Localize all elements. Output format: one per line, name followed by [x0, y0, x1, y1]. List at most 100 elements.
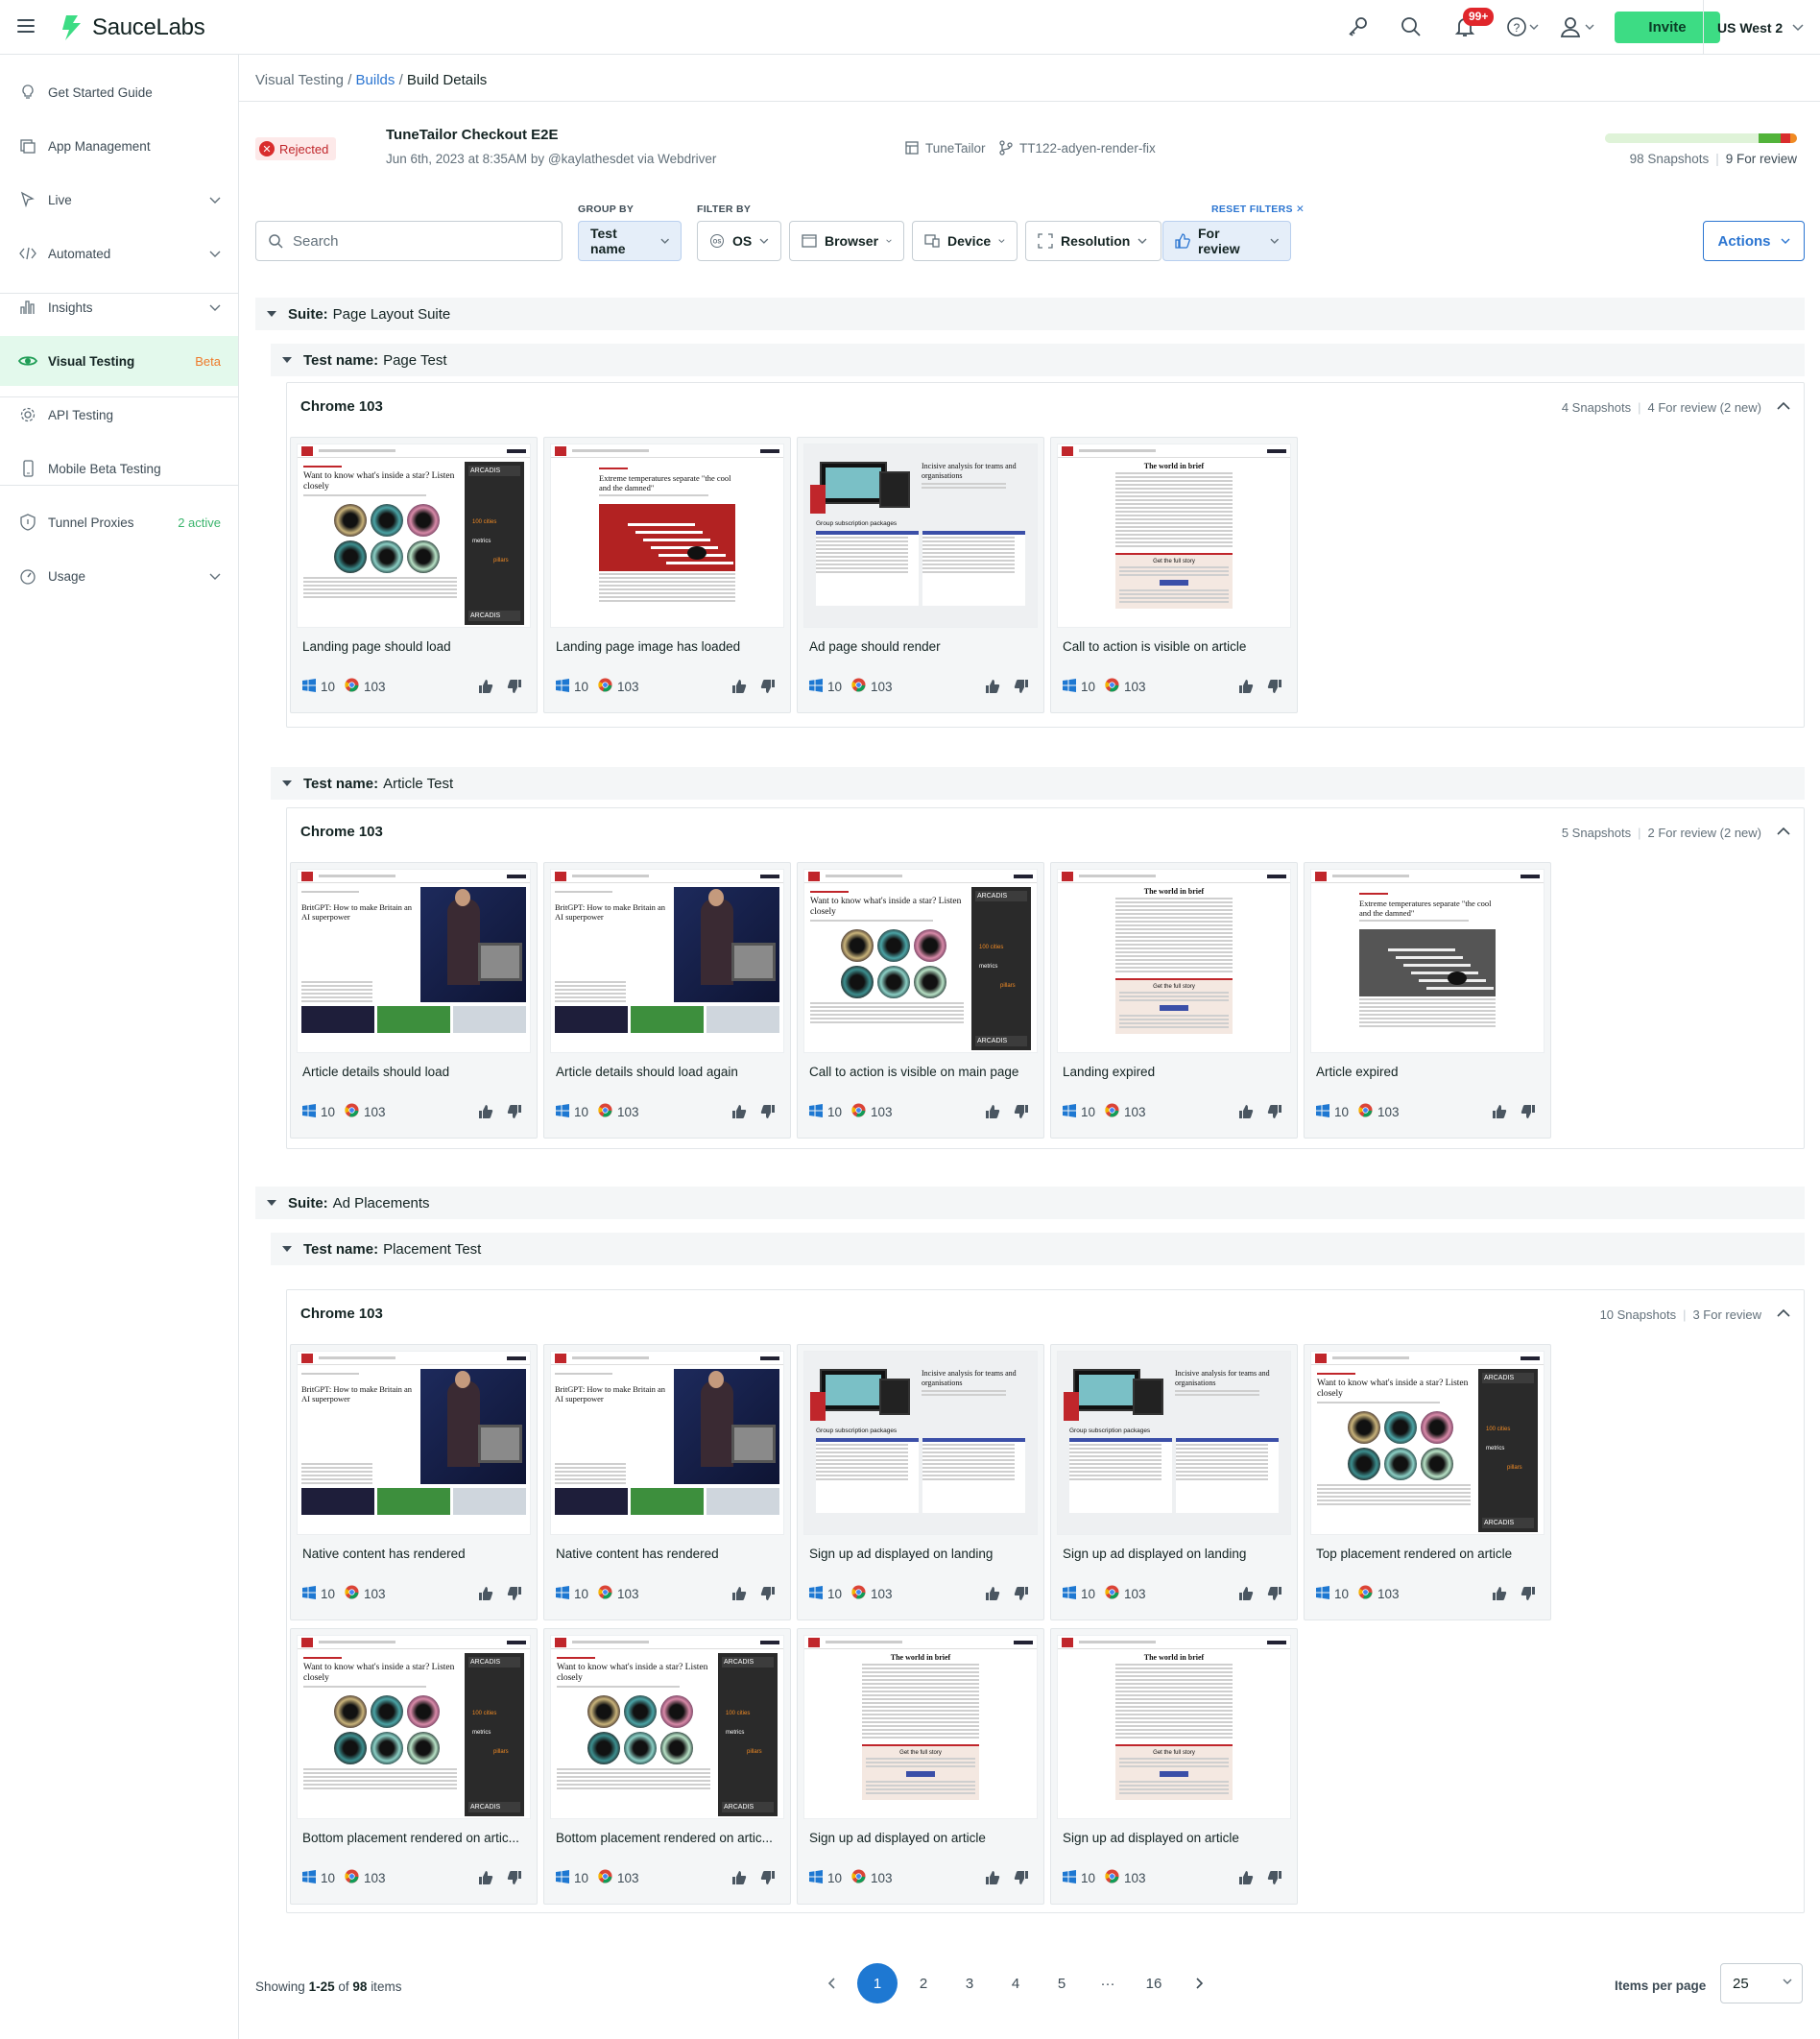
snapshot-card[interactable]: Want to know what's inside a star? Liste…	[543, 1628, 791, 1905]
search-icon[interactable]	[1398, 13, 1425, 40]
help-icon[interactable]: ?	[1503, 13, 1530, 40]
sidebar-item-usage[interactable]: Usage	[0, 551, 238, 601]
snapshot-thumbnail[interactable]: Incisive analysis for teams and organisa…	[1057, 1351, 1291, 1535]
menu-icon[interactable]	[17, 19, 35, 33]
sidebar-item-tunnel-proxies[interactable]: Tunnel Proxies 2 active	[0, 497, 238, 547]
thumbs-up-icon[interactable]	[725, 672, 754, 701]
sidebar-item-live[interactable]: Live	[0, 175, 238, 225]
thumbs-up-icon[interactable]	[471, 672, 500, 701]
snapshot-card[interactable]: The world in brief Get the full story Sign…	[797, 1628, 1044, 1905]
breadcrumb-root[interactable]: Visual Testing	[255, 72, 344, 88]
collapse-icon[interactable]	[1777, 1306, 1790, 1321]
thumbs-up-icon[interactable]	[471, 1579, 500, 1608]
snapshot-thumbnail[interactable]: The world in brief Get the full story	[1057, 1635, 1291, 1819]
snapshot-thumbnail[interactable]: BritGPT: How to make Britain an AI super…	[297, 869, 531, 1053]
sidebar-item-insights[interactable]: Insights	[0, 282, 238, 332]
key-icon[interactable]	[1344, 13, 1371, 40]
thumbs-down-icon[interactable]	[1514, 1097, 1543, 1126]
items-per-page-select[interactable]: 25	[1720, 1963, 1803, 2003]
thumbs-down-icon[interactable]	[1007, 1097, 1036, 1126]
snapshot-thumbnail[interactable]: The world in brief Get the full story	[803, 1635, 1038, 1819]
thumbs-down-icon[interactable]	[1260, 1097, 1289, 1126]
thumbs-down-icon[interactable]	[1260, 672, 1289, 701]
saucelabs-logo[interactable]: SauceLabs	[58, 13, 205, 42]
thumbs-up-icon[interactable]	[1232, 1097, 1260, 1126]
thumbs-down-icon[interactable]	[754, 1863, 782, 1892]
test-header[interactable]: Test name: Article Test	[271, 767, 1805, 800]
thumbs-up-icon[interactable]	[1232, 1863, 1260, 1892]
thumbs-down-icon[interactable]	[500, 1097, 529, 1126]
chevron-down-icon[interactable]	[1584, 13, 1595, 40]
test-header[interactable]: Test name: Page Test	[271, 344, 1805, 376]
browser-filter[interactable]: Browser	[789, 221, 904, 261]
user-icon[interactable]	[1557, 13, 1584, 40]
sidebar-item-app-management[interactable]: App Management	[0, 121, 238, 171]
snapshot-thumbnail[interactable]: BritGPT: How to make Britain an AI super…	[297, 1351, 531, 1535]
sidebar-item-get-started-guide[interactable]: Get Started Guide	[0, 67, 238, 117]
snapshot-card[interactable]: Incisive analysis for teams and organisa…	[1050, 1344, 1298, 1620]
device-filter[interactable]: Device	[912, 221, 1018, 261]
next-page-icon[interactable]	[1180, 1963, 1220, 2003]
snapshot-card[interactable]: Want to know what's inside a star? Liste…	[1304, 1344, 1551, 1620]
snapshot-card[interactable]: Want to know what's inside a star? Liste…	[290, 1628, 538, 1905]
suite-header[interactable]: Suite: Page Layout Suite	[255, 298, 1805, 330]
sidebar-item-visual-testing[interactable]: Visual Testing Beta	[0, 336, 238, 386]
thumbs-down-icon[interactable]	[1007, 1579, 1036, 1608]
page-16[interactable]: 16	[1134, 1963, 1174, 2003]
search-input[interactable]: Search	[255, 221, 563, 261]
thumbs-up-icon[interactable]	[471, 1863, 500, 1892]
reset-filters-link[interactable]: RESET FILTERS ✕	[1211, 204, 1305, 215]
thumbs-up-icon[interactable]	[1485, 1097, 1514, 1126]
snapshot-card[interactable]: BritGPT: How to make Britain an AI super…	[543, 1344, 791, 1620]
test-header[interactable]: Test name: Placement Test	[271, 1233, 1805, 1265]
snapshot-thumbnail[interactable]: Extreme temperatures separate "the cool …	[550, 444, 784, 628]
snapshot-thumbnail[interactable]: The world in brief Get the full story	[1057, 869, 1291, 1053]
collapse-icon[interactable]	[1777, 824, 1790, 839]
snapshot-card[interactable]: Extreme temperatures separate "the cool …	[543, 437, 791, 713]
thumbs-up-icon[interactable]	[978, 1863, 1007, 1892]
snapshot-thumbnail[interactable]: Extreme temperatures separate "the cool …	[1310, 869, 1545, 1053]
suite-header[interactable]: Suite: Ad Placements	[255, 1187, 1805, 1219]
group-by-dropdown[interactable]: Test name	[578, 221, 682, 261]
thumbs-up-icon[interactable]	[725, 1863, 754, 1892]
resolution-filter[interactable]: Resolution	[1025, 221, 1161, 261]
breadcrumb-builds-link[interactable]: Builds	[356, 72, 395, 88]
os-filter[interactable]: OS OS	[697, 221, 781, 261]
snapshot-thumbnail[interactable]: Want to know what's inside a star? Liste…	[803, 869, 1038, 1053]
thumbs-down-icon[interactable]	[754, 1579, 782, 1608]
sidebar-item-automated[interactable]: Automated	[0, 228, 238, 278]
snapshot-card[interactable]: Extreme temperatures separate "the cool …	[1304, 862, 1551, 1139]
thumbs-down-icon[interactable]	[1007, 672, 1036, 701]
snapshot-card[interactable]: Want to know what's inside a star? Liste…	[797, 862, 1044, 1139]
snapshot-card[interactable]: Incisive analysis for teams and organisa…	[797, 437, 1044, 713]
chevron-down-icon[interactable]	[1528, 13, 1540, 40]
thumbs-down-icon[interactable]	[754, 672, 782, 701]
thumbs-up-icon[interactable]	[725, 1097, 754, 1126]
thumbs-up-icon[interactable]	[1232, 672, 1260, 701]
chevron-down-icon[interactable]	[209, 569, 221, 584]
snapshot-card[interactable]: BritGPT: How to make Britain an AI super…	[290, 862, 538, 1139]
thumbs-down-icon[interactable]	[500, 1863, 529, 1892]
thumbs-up-icon[interactable]	[471, 1097, 500, 1126]
snapshot-card[interactable]: Want to know what's inside a star? Liste…	[290, 437, 538, 713]
page-4[interactable]: 4	[995, 1963, 1036, 2003]
snapshot-card[interactable]: BritGPT: How to make Britain an AI super…	[290, 1344, 538, 1620]
snapshot-card[interactable]: The world in brief Get the full story Call…	[1050, 437, 1298, 713]
sidebar-item-mobile-beta-testing[interactable]: Mobile Beta Testing	[0, 444, 238, 493]
thumbs-down-icon[interactable]	[754, 1097, 782, 1126]
thumbs-up-icon[interactable]	[1485, 1579, 1514, 1608]
thumbs-up-icon[interactable]	[978, 1097, 1007, 1126]
region-selector[interactable]: US West 2	[1703, 0, 1804, 55]
snapshot-card[interactable]: The world in brief Get the full story Land…	[1050, 862, 1298, 1139]
review-filter[interactable]: For review	[1162, 221, 1291, 261]
thumbs-up-icon[interactable]	[978, 672, 1007, 701]
snapshot-thumbnail[interactable]: Incisive analysis for teams and organisa…	[803, 444, 1038, 628]
snapshot-thumbnail[interactable]: Want to know what's inside a star? Liste…	[1310, 1351, 1545, 1535]
snapshot-card[interactable]: BritGPT: How to make Britain an AI super…	[543, 862, 791, 1139]
snapshot-card[interactable]: The world in brief Get the full story Sign…	[1050, 1628, 1298, 1905]
thumbs-down-icon[interactable]	[1514, 1579, 1543, 1608]
prev-page-icon[interactable]	[811, 1963, 851, 2003]
snapshot-thumbnail[interactable]: Incisive analysis for teams and organisa…	[803, 1351, 1038, 1535]
thumbs-up-icon[interactable]	[978, 1579, 1007, 1608]
snapshot-thumbnail[interactable]: BritGPT: How to make Britain an AI super…	[550, 869, 784, 1053]
